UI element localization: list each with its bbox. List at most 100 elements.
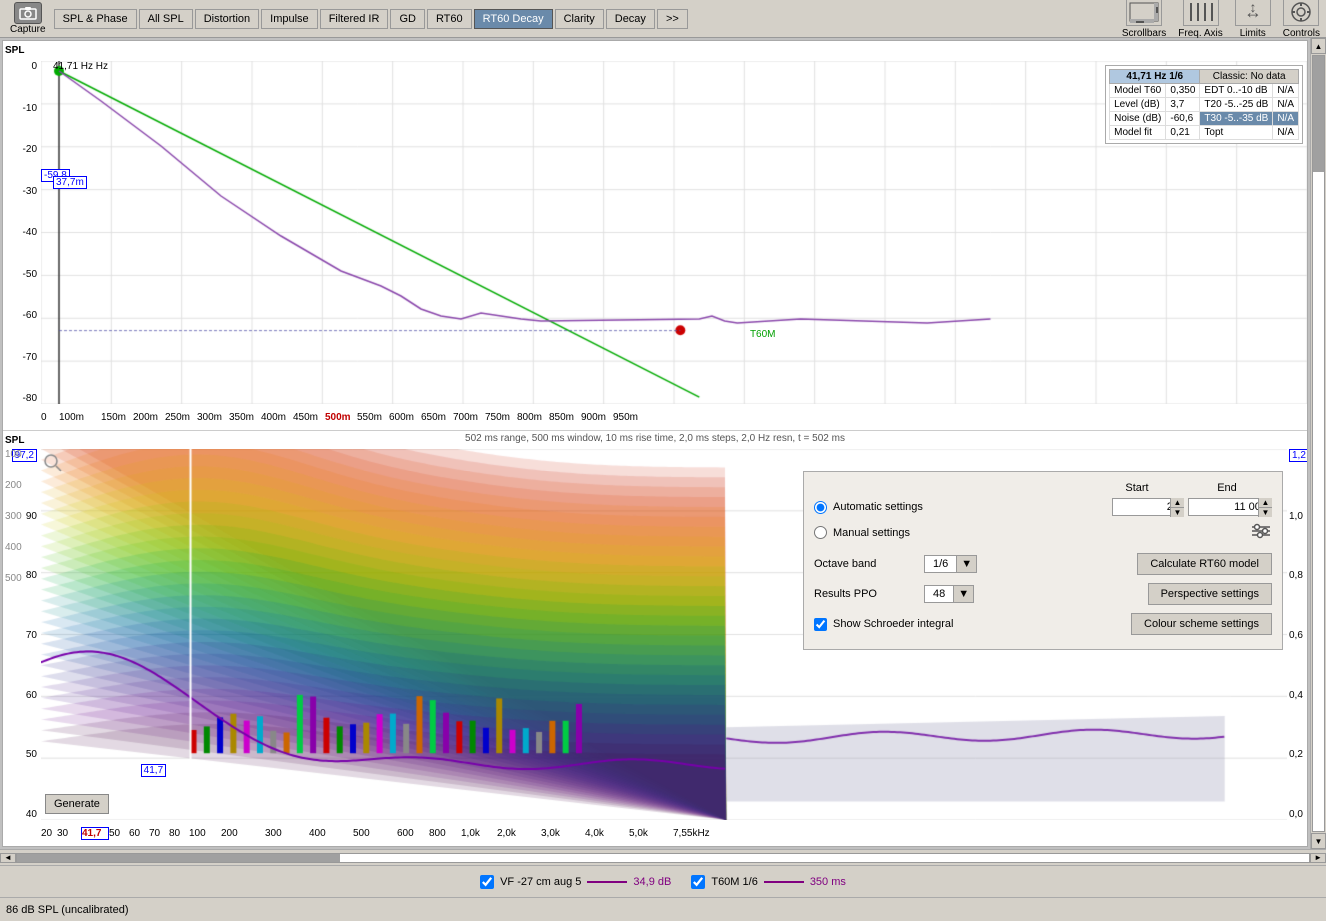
lower-y-right-top: 1,2 [1289, 449, 1307, 462]
bottom-scrollbar: ◄ ► [0, 849, 1326, 865]
info-edt-val: N/A [1273, 84, 1299, 98]
generate-btn-wrapper: Generate [45, 794, 109, 814]
auto-settings-row: Automatic settings ▲ ▼ [814, 498, 1272, 516]
lower-y-label: SPL [5, 435, 24, 446]
info-noise-label: Noise (dB) [1110, 112, 1166, 126]
capture-label: Capture [10, 24, 46, 35]
auto-label: Automatic settings [833, 501, 1112, 513]
vscroll-thumb [1313, 56, 1324, 172]
scrollbars-tool[interactable]: Scrollbars [1122, 0, 1166, 39]
controls-icon [1283, 0, 1319, 26]
tab-distortion[interactable]: Distortion [195, 9, 259, 29]
info-noise-val: -60,6 [1166, 112, 1200, 126]
tab-gd[interactable]: GD [390, 9, 425, 29]
freq-axis-tool[interactable]: Freq. Axis [1178, 0, 1222, 39]
results-dropdown[interactable]: ▼ [953, 586, 973, 602]
manual-settings-icon[interactable] [1250, 522, 1272, 543]
start-end-headers: Start End [814, 482, 1272, 494]
lower-y-axis-right: 1,2 1,0 0,8 0,6 0,4 0,2 0,0 [1287, 449, 1307, 820]
info-freq: 41,71 Hz 1/6 [1110, 70, 1200, 84]
freq-marker: 41,71 Hz Hz [53, 61, 108, 72]
start-spinner: ▲ ▼ [1170, 498, 1184, 516]
capture-icon [14, 2, 42, 24]
status-text-bottom: 86 dB SPL (uncalibrated) [6, 904, 129, 916]
schroeder-checkbox[interactable] [814, 618, 827, 631]
lower-chart-content: Start End Automatic settings ▲ [41, 449, 1287, 820]
legend-item-1: T60M 1/6 350 ms [691, 875, 846, 889]
colour-scheme-btn[interactable]: Colour scheme settings [1131, 613, 1272, 635]
t60m-label: T60M [750, 329, 776, 340]
overlay-panel: Start End Automatic settings ▲ [803, 471, 1283, 650]
calc-rt60-btn[interactable]: Calculate RT60 model [1137, 553, 1272, 575]
start-up[interactable]: ▲ [1170, 498, 1184, 508]
info-level-val: 3,7 [1166, 98, 1200, 112]
end-up[interactable]: ▲ [1258, 498, 1272, 508]
hscroll-track[interactable] [16, 853, 1310, 863]
start-end-inputs: ▲ ▼ ▲ ▼ [1112, 498, 1272, 516]
schroeder-row: Show Schroeder integral Colour scheme se… [814, 613, 1272, 635]
upper-chart: SPL 0 -10 -20 -30 -40 -50 -60 -70 -80 41… [3, 41, 1307, 431]
freq-axis-icon [1183, 0, 1219, 26]
limits-icon: ↔↕ [1235, 0, 1271, 26]
tab-filtered-ir[interactable]: Filtered IR [320, 9, 389, 29]
results-select-wrapper: 48 ▼ [924, 585, 974, 603]
info-classic: Classic: No data [1200, 70, 1299, 84]
tab-all-spl[interactable]: All SPL [139, 9, 193, 29]
start-down[interactable]: ▼ [1170, 508, 1184, 517]
end-spinner: ▲ ▼ [1258, 498, 1272, 516]
limits-tool[interactable]: ↔↕ Limits [1235, 0, 1271, 39]
upper-x-axis: 0 100m 150m 200m 250m 300m 350m 400m 450… [41, 404, 1307, 430]
status-bar: 86 dB SPL (uncalibrated) [0, 897, 1326, 921]
legend-value-1: 350 ms [810, 876, 846, 888]
lower-chart: 502 ms range, 500 ms window, 10 ms rise … [3, 431, 1307, 846]
start-input-wrapper: ▲ ▼ [1112, 498, 1184, 516]
lower-x-marker: 41,7 [141, 764, 166, 777]
tab-decay[interactable]: Decay [606, 9, 655, 29]
scroll-right-btn[interactable]: ► [1310, 853, 1326, 863]
info-edt-label: EDT 0..-10 dB [1200, 84, 1273, 98]
scrollbars-icon [1126, 0, 1162, 26]
vscroll-track[interactable] [1312, 55, 1325, 832]
octave-dropdown[interactable]: ▼ [956, 556, 976, 572]
scroll-up-btn[interactable]: ▲ [1311, 38, 1326, 54]
limits-label: Limits [1240, 28, 1266, 39]
legend-line-0 [587, 881, 627, 883]
tab-impulse[interactable]: Impulse [261, 9, 318, 29]
info-modelfit-val: 0,21 [1166, 126, 1200, 140]
results-ppo-row: Results PPO 48 ▼ Perspective settings [814, 583, 1272, 605]
octave-label: Octave band [814, 558, 924, 570]
svg-text:↕: ↕ [1249, 1, 1256, 15]
legend-line-1 [764, 881, 804, 883]
tab-spl---phase[interactable]: SPL & Phase [54, 9, 137, 29]
info-level-label: Level (dB) [1110, 98, 1166, 112]
end-input-wrapper: ▲ ▼ [1188, 498, 1272, 516]
scroll-left-btn[interactable]: ◄ [0, 853, 16, 863]
perspective-btn[interactable]: Perspective settings [1148, 583, 1272, 605]
tab---[interactable]: >> [657, 9, 688, 29]
controls-tool[interactable]: Controls [1283, 0, 1320, 39]
manual-radio[interactable] [814, 526, 827, 539]
info-modelfit-label: Model fit [1110, 126, 1166, 140]
manual-label: Manual settings [833, 527, 1246, 539]
scroll-down-btn[interactable]: ▼ [1311, 833, 1326, 849]
x-value-label: 37,7m [53, 176, 87, 189]
tab-rt60[interactable]: RT60 [427, 9, 472, 29]
info-t30-label: T30 -5..-35 dB [1200, 112, 1273, 126]
end-down[interactable]: ▼ [1258, 508, 1272, 517]
auto-radio[interactable] [814, 501, 827, 514]
end-header: End [1182, 482, 1272, 494]
legend-item-0: VF -27 cm aug 5 34,9 dB [480, 875, 671, 889]
legend-check-0[interactable] [480, 875, 494, 889]
upper-chart-content: 41,71 Hz Hz -59,8 37,7m T60M 41,71 Hz 1/… [41, 61, 1307, 404]
start-header: Start [1092, 482, 1182, 494]
legend-label-1: T60M 1/6 [711, 876, 757, 888]
tab-bar: SPL & PhaseAll SPLDistortionImpulseFilte… [54, 9, 688, 29]
tab-rt60-decay[interactable]: RT60 Decay [474, 9, 553, 29]
info-t20-val: N/A [1273, 98, 1299, 112]
scrollbars-label: Scrollbars [1122, 28, 1166, 39]
capture-button[interactable]: Capture [6, 0, 50, 37]
tab-clarity[interactable]: Clarity [555, 9, 604, 29]
legend-check-1[interactable] [691, 875, 705, 889]
generate-button[interactable]: Generate [45, 794, 109, 814]
info-topt-label: Topt [1200, 126, 1273, 140]
